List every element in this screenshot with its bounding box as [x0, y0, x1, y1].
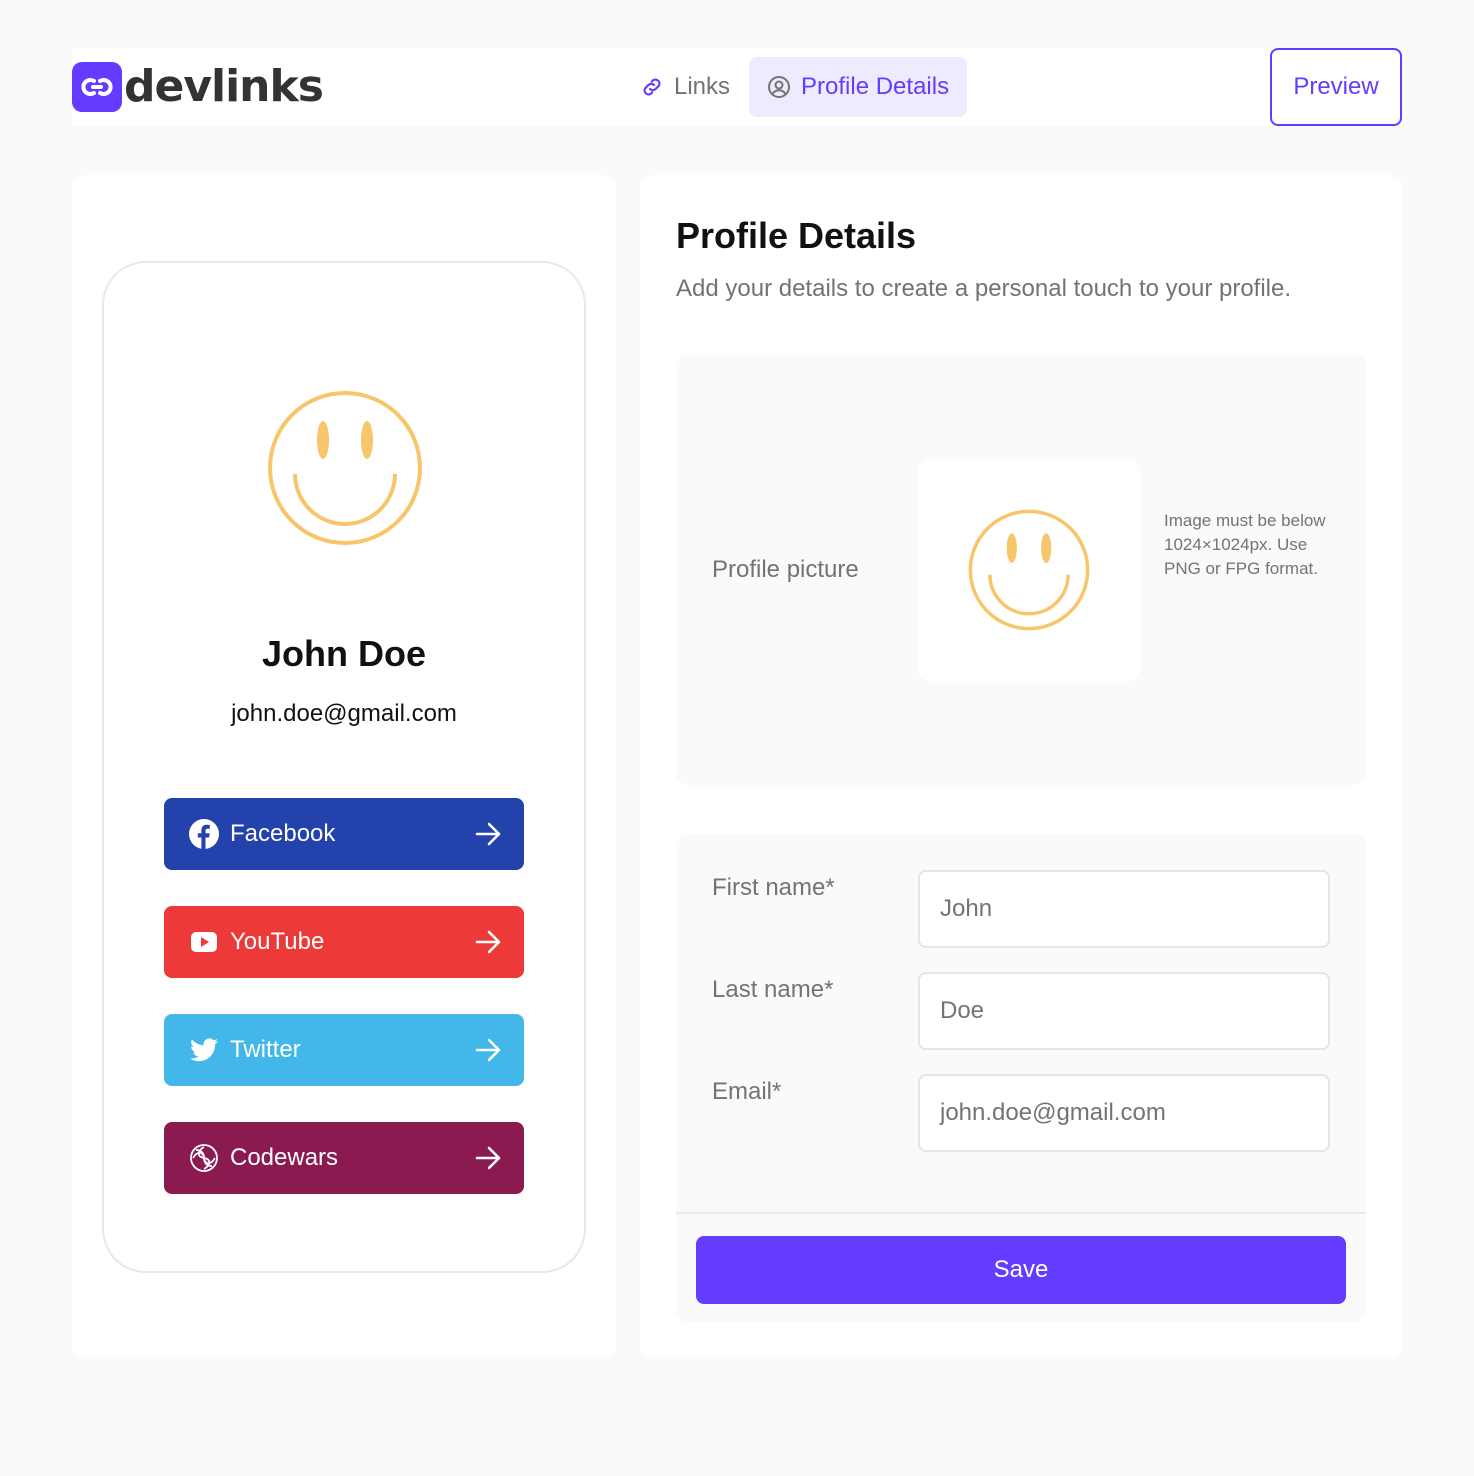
nav-tabs: Links Profile Details — [622, 57, 968, 117]
tab-label: Profile Details — [801, 73, 950, 100]
profile-picture-hint: Image must be below 1024×1024px. Use PNG… — [1164, 511, 1326, 578]
link-facebook[interactable]: Facebook — [164, 798, 524, 870]
email-input[interactable]: john.doe@gmail.com — [918, 1074, 1330, 1152]
profile-picture-label: Profile picture — [712, 556, 859, 583]
page-title: Profile Details — [676, 215, 917, 256]
link-label: Facebook — [230, 820, 336, 847]
codewars-icon — [188, 1142, 220, 1174]
link-codewars[interactable]: Codewars — [164, 1122, 524, 1194]
arrow-right-icon — [474, 1144, 502, 1172]
tab-label: Links — [674, 73, 731, 100]
phone-mockup: John Doe john.doe@gmail.com Facebook You… — [102, 261, 586, 1273]
profile-picture-upload[interactable] — [918, 459, 1140, 681]
phone-preview-panel: John Doe john.doe@gmail.com Facebook You… — [72, 175, 616, 1359]
avatar — [267, 390, 423, 551]
link-label: Twitter — [230, 1036, 301, 1063]
link-twitter[interactable]: Twitter — [164, 1014, 524, 1086]
first-name-label: First name* — [712, 874, 835, 901]
logo: devlinks — [72, 61, 324, 112]
page-subtitle: Add your details to create a personal to… — [676, 275, 1292, 302]
tab-links[interactable]: Links — [622, 57, 748, 117]
last-name-input[interactable]: Doe — [918, 972, 1330, 1050]
first-name-input[interactable]: John — [918, 870, 1330, 948]
profile-name: John Doe — [261, 633, 426, 674]
facebook-icon — [188, 818, 220, 850]
top-nav-bar: devlinks Links Profile Details Preview — [72, 48, 1402, 126]
tab-profile-details[interactable]: Profile Details — [749, 57, 968, 117]
preview-button[interactable]: Preview — [1270, 48, 1402, 126]
profile-form: First name* John Last name* Doe Email* j… — [676, 834, 1366, 1322]
profile-email: john.doe@gmail.com — [231, 700, 457, 727]
twitter-icon — [188, 1034, 220, 1066]
link-label: Codewars — [230, 1144, 339, 1171]
link-label: YouTube — [230, 928, 325, 955]
logo-link-icon — [72, 62, 122, 112]
profile-picture-section: Profile picture Image must be below 1024… — [676, 353, 1366, 785]
save-button[interactable]: Save — [696, 1236, 1346, 1304]
profile-details-panel: Profile Details Add your details to crea… — [640, 175, 1402, 1359]
arrow-right-icon — [474, 928, 502, 956]
smiley-avatar-icon — [968, 509, 1090, 631]
email-label: Email* — [712, 1078, 782, 1105]
link-youtube[interactable]: YouTube — [164, 906, 524, 978]
divider — [676, 1212, 1366, 1214]
logo-text: devlinks — [124, 61, 324, 112]
arrow-right-icon — [474, 1036, 502, 1064]
link-icon — [640, 75, 664, 99]
youtube-icon — [188, 926, 220, 958]
last-name-label: Last name* — [712, 976, 834, 1003]
user-circle-icon — [767, 75, 791, 99]
arrow-right-icon — [474, 820, 502, 848]
